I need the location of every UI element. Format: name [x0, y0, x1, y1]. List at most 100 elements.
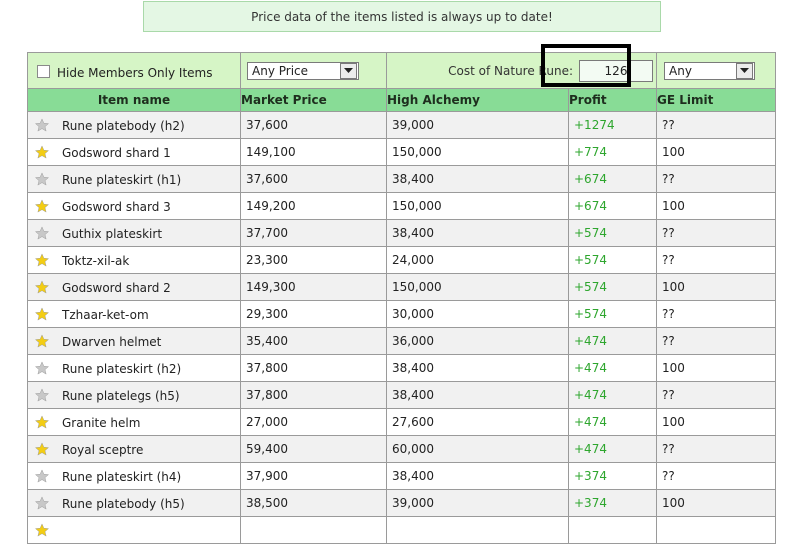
item-name[interactable]: Royal sceptre: [62, 443, 143, 457]
profit-cell: +574: [568, 300, 657, 328]
nature-rune-cost-input[interactable]: 126: [579, 59, 653, 82]
item-name[interactable]: Tzhaar-ket-om: [62, 308, 149, 322]
profit-cell: +374: [568, 489, 657, 517]
high-alchemy-cell: 38,400: [386, 165, 569, 193]
ge-limit-select-value: Any: [669, 63, 692, 78]
market-price-cell: 149,200: [240, 192, 387, 220]
profit-cell: +574: [568, 273, 657, 301]
table-row: Granite helm 27,000 27,600 +474 100: [27, 408, 776, 436]
favorite-star-icon[interactable]: [34, 198, 50, 213]
market-price-cell: 38,500: [240, 489, 387, 517]
table-row: Rune platelegs (h5) 37,800 38,400 +474??: [27, 381, 776, 409]
market-price-cell: 37,800: [240, 381, 387, 409]
item-name[interactable]: Godsword shard 3: [62, 200, 171, 214]
ge-limit-cell: ??: [656, 462, 776, 490]
item-name-cell: Godsword shard 3: [27, 192, 241, 220]
high-alchemy-cell: 38,400: [386, 462, 569, 490]
item-name[interactable]: Godsword shard 2: [62, 281, 171, 295]
item-name[interactable]: Rune plateskirt (h2): [62, 362, 181, 376]
col-ge-limit[interactable]: GE Limit: [656, 88, 776, 112]
favorite-star-icon[interactable]: [34, 468, 50, 483]
ge-limit-cell: 100: [656, 408, 776, 436]
table-row: Rune platebody (h5) 38,500 39,000 +374 100: [27, 489, 776, 517]
item-name-cell: Rune plateskirt (h1): [27, 165, 241, 193]
table-row: Rune plateskirt (h4) 37,900 38,400 +374??: [27, 462, 776, 490]
high-alchemy-cell: 150,000: [386, 273, 569, 301]
table-row: Godsword shard 3 149,200 150,000 +674 100: [27, 192, 776, 220]
favorite-star-icon[interactable]: [34, 495, 50, 510]
banner-text: Price data of the items listed is always…: [251, 9, 553, 24]
hide-members-checkbox[interactable]: [37, 65, 50, 78]
favorite-star-icon[interactable]: [34, 522, 50, 537]
profit-cell: +574: [568, 246, 657, 274]
market-price-cell: 23,300: [240, 246, 387, 274]
favorite-star-icon[interactable]: [34, 441, 50, 456]
favorite-star-icon[interactable]: [34, 360, 50, 375]
info-banner: Price data of the items listed is always…: [143, 1, 661, 32]
item-name[interactable]: Toktz-xil-ak: [62, 254, 129, 268]
market-price-cell: 37,900: [240, 462, 387, 490]
high-alchemy-cell: 27,600: [386, 408, 569, 436]
item-name[interactable]: Guthix plateskirt: [62, 227, 162, 241]
high-alchemy-cell: 30,000: [386, 300, 569, 328]
favorite-star-icon[interactable]: [34, 306, 50, 321]
table-row: Guthix plateskirt 37,700 38,400 +574??: [27, 219, 776, 247]
favorite-star-icon[interactable]: [34, 144, 50, 159]
favorite-star-icon[interactable]: [34, 279, 50, 294]
ge-limit-cell: [656, 516, 776, 544]
profit-cell: +474: [568, 327, 657, 355]
price-select[interactable]: Any Price: [247, 61, 359, 80]
ge-limit-cell: 100: [656, 354, 776, 382]
table-row: Rune plateskirt (h2) 37,800 38,400 +474 100: [27, 354, 776, 382]
favorite-star-icon[interactable]: [34, 117, 50, 132]
profit-cell: +474: [568, 354, 657, 382]
item-name[interactable]: Dwarven helmet: [62, 335, 161, 349]
item-name-cell: Rune plateskirt (h4): [27, 462, 241, 490]
chevron-down-icon: [340, 62, 357, 79]
col-high-alchemy[interactable]: High Alchemy: [386, 88, 569, 112]
item-name-cell: Granite helm: [27, 408, 241, 436]
ge-limit-cell: ??: [656, 165, 776, 193]
members-filter-cell: Hide Members Only Items: [27, 52, 241, 89]
ge-limit-cell: ??: [656, 381, 776, 409]
item-name[interactable]: Rune plateskirt (h1): [62, 173, 181, 187]
favorite-star-icon[interactable]: [34, 387, 50, 402]
market-price-cell: 35,400: [240, 327, 387, 355]
profit-cell: +774: [568, 138, 657, 166]
profit-cell: +674: [568, 192, 657, 220]
ge-limit-cell: ??: [656, 111, 776, 139]
favorite-star-icon[interactable]: [34, 414, 50, 429]
hide-members-label: Hide Members Only Items: [57, 65, 213, 80]
high-alchemy-cell: 38,400: [386, 354, 569, 382]
profit-cell: +474: [568, 381, 657, 409]
item-name[interactable]: Rune plateskirt (h4): [62, 470, 181, 484]
item-name[interactable]: Godsword shard 1: [62, 146, 171, 160]
item-name-cell: Guthix plateskirt: [27, 219, 241, 247]
favorite-star-icon[interactable]: [34, 333, 50, 348]
high-alchemy-cell: 150,000: [386, 138, 569, 166]
col-item-name[interactable]: Item name: [27, 88, 241, 112]
profit-cell: +374: [568, 462, 657, 490]
item-name-cell: Tzhaar-ket-om: [27, 300, 241, 328]
item-name[interactable]: Rune platebody (h5): [62, 497, 185, 511]
ge-limit-cell: ??: [656, 246, 776, 274]
item-name[interactable]: Rune platelegs (h5): [62, 389, 180, 403]
item-name-cell: Godsword shard 1: [27, 138, 241, 166]
high-alchemy-cell: 39,000: [386, 489, 569, 517]
favorite-star-icon[interactable]: [34, 225, 50, 240]
ge-limit-cell: 100: [656, 273, 776, 301]
ge-limit-cell: ??: [656, 300, 776, 328]
ge-limit-select[interactable]: Any: [664, 61, 755, 80]
ge-limit-cell: ??: [656, 435, 776, 463]
favorite-star-icon[interactable]: [34, 252, 50, 267]
item-name-cell: Godsword shard 2: [27, 273, 241, 301]
profit-cell: +674: [568, 165, 657, 193]
col-market-price[interactable]: Market Price: [240, 88, 387, 112]
high-alchemy-cell: 39,000: [386, 111, 569, 139]
nature-rune-label: Cost of Nature Rune:: [448, 63, 573, 78]
item-name[interactable]: Rune platebody (h2): [62, 119, 185, 133]
price-filter-cell: Any Price: [240, 52, 387, 89]
favorite-star-icon[interactable]: [34, 171, 50, 186]
col-profit[interactable]: Profit: [568, 88, 657, 112]
item-name[interactable]: Granite helm: [62, 416, 140, 430]
